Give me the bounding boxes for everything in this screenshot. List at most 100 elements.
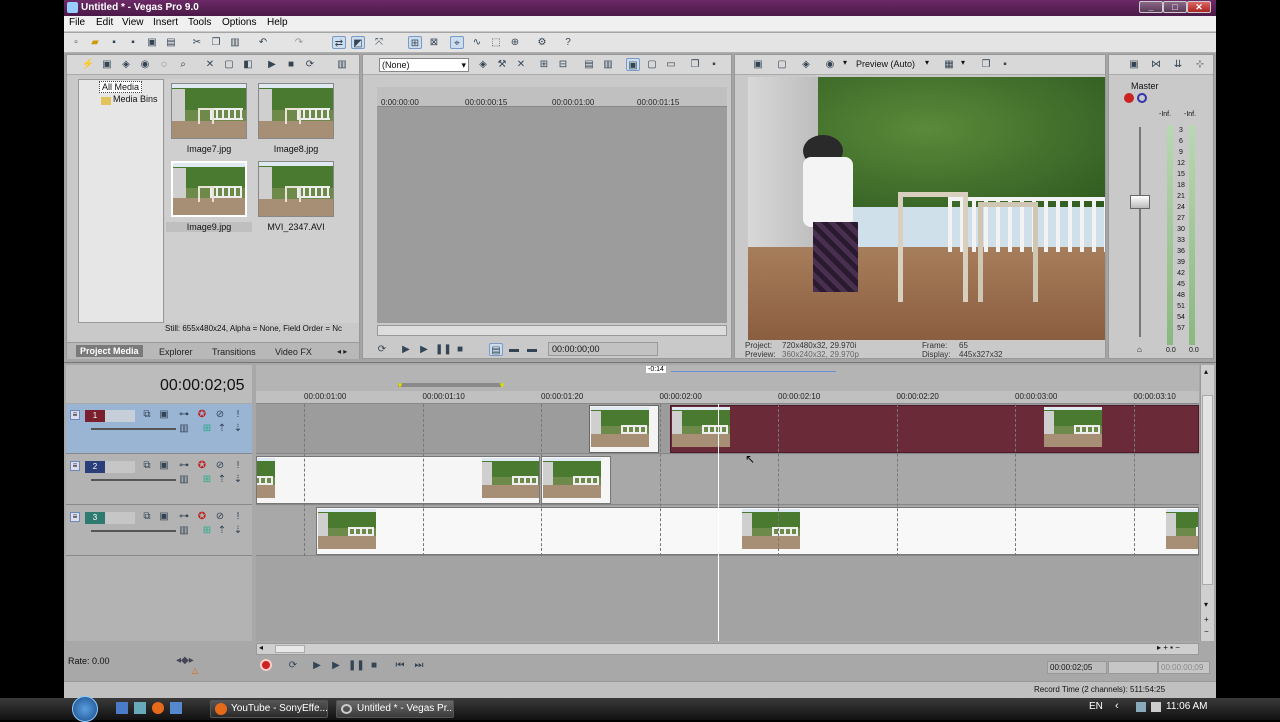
media-thumb-image9[interactable] bbox=[171, 161, 247, 217]
external-monitor-icon[interactable]: ▢ bbox=[775, 58, 789, 71]
media-thumb-image8[interactable] bbox=[258, 83, 334, 139]
hscroll-thumb[interactable] bbox=[275, 645, 305, 653]
scroll-down-icon[interactable]: ▾ bbox=[1204, 600, 1208, 609]
track-header-3[interactable]: ≡ 3 ⧉ ▣ ⊶ ✪ ⊘ ! ▥ ⊞ ⇡ ⇣ bbox=[66, 506, 252, 556]
tab-video-fx[interactable]: Video FX bbox=[275, 347, 312, 357]
volume-icon[interactable] bbox=[1151, 702, 1161, 712]
start-button[interactable] bbox=[72, 696, 98, 722]
trimmer-clear-icon[interactable]: ✕ bbox=[514, 58, 528, 71]
marker-bar[interactable]: ▼ ▼ bbox=[256, 379, 1199, 391]
snapping-icon[interactable]: ◩ bbox=[351, 36, 365, 49]
trimmer-save-icon[interactable]: ▪ bbox=[707, 58, 721, 71]
lock-icon[interactable]: ⌂ bbox=[1137, 345, 1142, 354]
save-icon[interactable]: ▪ bbox=[107, 36, 121, 49]
track-fx-icon[interactable]: ✪ bbox=[196, 409, 208, 420]
scroll-left-icon[interactable]: ◂ bbox=[259, 643, 263, 652]
network-icon[interactable] bbox=[1136, 702, 1146, 712]
play-from-start-icon[interactable]: ▶ bbox=[399, 343, 413, 356]
maximize-button[interactable]: □ bbox=[1163, 1, 1187, 13]
menu-view[interactable]: View bbox=[122, 17, 144, 28]
paste-icon[interactable]: ▥ bbox=[228, 36, 242, 49]
composite-icon[interactable]: ⊞ bbox=[201, 423, 213, 434]
trimmer-add-icon[interactable]: ⊞ bbox=[537, 58, 551, 71]
mute-icon[interactable]: ⊘ bbox=[214, 460, 226, 471]
properties-icon[interactable]: ▤ bbox=[164, 36, 178, 49]
trim-view3-icon[interactable]: ▬ bbox=[525, 343, 539, 356]
trim-view2-icon[interactable]: ▬ bbox=[507, 343, 521, 356]
selection-tool-icon[interactable]: ⬚ bbox=[489, 36, 503, 49]
scroll-thumb[interactable] bbox=[1202, 395, 1213, 585]
taskbar-item-vegas[interactable]: Untitled * - Vegas Pr... bbox=[336, 700, 454, 718]
save-snapshot-icon[interactable]: ▪ bbox=[998, 58, 1012, 71]
zoom-tool-icon[interactable]: ⊕ bbox=[508, 36, 522, 49]
undo-icon[interactable]: ↶ bbox=[256, 36, 270, 49]
split-screen-icon[interactable]: ◉ bbox=[823, 58, 837, 71]
copy-icon[interactable]: ❐ bbox=[209, 36, 223, 49]
normal-edit-tool-icon[interactable]: ⌖ bbox=[450, 36, 464, 49]
play-preview-icon[interactable]: ▶ bbox=[265, 58, 279, 71]
mute-icon[interactable]: ⊘ bbox=[214, 511, 226, 522]
tab-explorer[interactable]: Explorer bbox=[159, 347, 193, 357]
move-down-icon[interactable]: ⇣ bbox=[232, 423, 244, 434]
move-down-icon[interactable]: ⇣ bbox=[232, 474, 244, 485]
trimmer-view3-icon[interactable]: ▭ bbox=[664, 58, 678, 71]
trimmer-view2-icon[interactable]: ▢ bbox=[645, 58, 659, 71]
timeline-tracks[interactable]: ↖ bbox=[256, 404, 1199, 641]
quicklaunch-icon[interactable] bbox=[170, 702, 182, 714]
envelope-tool-icon[interactable]: ∿ bbox=[470, 36, 484, 49]
move-up-icon[interactable]: ⇡ bbox=[216, 423, 228, 434]
trimmer-properties-icon[interactable]: ◈ bbox=[476, 58, 490, 71]
solo-icon[interactable]: ! bbox=[232, 511, 244, 522]
compositing-mode-icon[interactable]: ⧉ bbox=[141, 511, 153, 522]
pause-icon[interactable]: ❚❚ bbox=[435, 343, 452, 356]
crossfade-icon[interactable]: ⤧ bbox=[372, 36, 386, 49]
trimmer-region-icon[interactable]: ▤ bbox=[582, 58, 596, 71]
menu-edit[interactable]: Edit bbox=[96, 17, 113, 28]
render-icon[interactable]: ▣ bbox=[145, 36, 159, 49]
mute-icon[interactable]: ⊘ bbox=[214, 409, 226, 420]
track-motion-icon[interactable]: ▣ bbox=[158, 409, 170, 420]
track-menu-icon[interactable]: ≡ bbox=[70, 512, 80, 522]
master-fx-icon[interactable] bbox=[1124, 93, 1134, 103]
parent-motion-icon[interactable]: ⊶ bbox=[178, 511, 190, 522]
menu-insert[interactable]: Insert bbox=[153, 17, 178, 28]
track-fx-icon[interactable]: ✪ bbox=[196, 460, 208, 471]
trimmer-copy-icon[interactable]: ❐ bbox=[688, 58, 702, 71]
loop-playback-icon[interactable]: ⟳ bbox=[286, 659, 300, 672]
master-fader-handle[interactable] bbox=[1130, 195, 1150, 209]
zoom-in-icon[interactable]: + bbox=[1204, 615, 1209, 624]
clock[interactable]: 11:06 AM bbox=[1166, 701, 1208, 712]
save-as-icon[interactable]: ▪ bbox=[126, 36, 140, 49]
switch-windows-icon[interactable] bbox=[134, 702, 146, 714]
parent-motion-icon[interactable]: ⊶ bbox=[178, 460, 190, 471]
play-icon[interactable]: ▶ bbox=[417, 343, 431, 356]
menu-help[interactable]: Help bbox=[267, 17, 288, 28]
media-thumb-mvi2347[interactable] bbox=[258, 161, 334, 217]
track-name-field[interactable] bbox=[105, 410, 135, 422]
close-button[interactable]: ✕ bbox=[1187, 1, 1211, 13]
downmix-icon[interactable]: ⋈ bbox=[1149, 58, 1163, 71]
menu-options[interactable]: Options bbox=[222, 17, 256, 28]
new-icon[interactable]: ▫ bbox=[69, 36, 83, 49]
scroll-up-icon[interactable]: ▴ bbox=[1204, 367, 1208, 376]
search-icon[interactable]: ⌕ bbox=[176, 58, 190, 71]
redo-icon[interactable]: ↷ bbox=[292, 36, 306, 49]
tray-expand-icon[interactable]: ‹ bbox=[1115, 700, 1119, 712]
play-icon[interactable]: ▶ bbox=[329, 659, 343, 672]
go-to-start-icon[interactable]: ⏮ bbox=[393, 659, 407, 672]
lock-envelopes-icon[interactable]: ⊞ bbox=[408, 36, 422, 49]
media-fx-icon[interactable]: ◉ bbox=[138, 58, 152, 71]
language-indicator[interactable]: EN bbox=[1089, 701, 1103, 712]
views-icon[interactable]: ▥ bbox=[335, 58, 349, 71]
mixer-properties-icon[interactable]: ▣ bbox=[1127, 58, 1141, 71]
overlays-icon[interactable]: ▦ bbox=[942, 58, 956, 71]
tab-scroll-icon[interactable]: ◂ ▸ bbox=[337, 347, 347, 356]
properties2-icon[interactable]: ⚙ bbox=[535, 36, 549, 49]
trim-view-icon[interactable]: ▤ bbox=[489, 343, 503, 356]
whats-this-icon[interactable]: ? bbox=[561, 36, 575, 49]
playhead-cursor[interactable] bbox=[718, 404, 719, 641]
minimize-button[interactable]: _ bbox=[1139, 1, 1163, 13]
move-up-icon[interactable]: ⇡ bbox=[216, 525, 228, 536]
track-motion-icon[interactable]: ▣ bbox=[158, 511, 170, 522]
tab-transitions[interactable]: Transitions bbox=[212, 347, 256, 357]
